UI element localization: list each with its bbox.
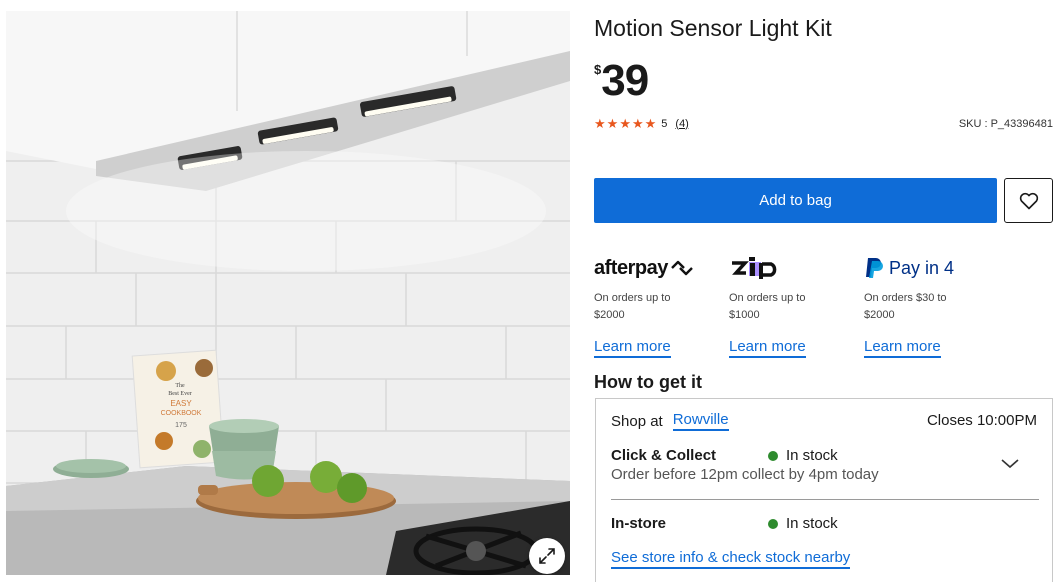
click-collect-note: Order before 12pm collect by 4pm today xyxy=(611,466,879,483)
in-store-status: In stock xyxy=(786,515,838,532)
click-collect-status: In stock xyxy=(786,447,838,464)
expand-icon xyxy=(539,548,555,564)
paypal-logo: Pay in 4 xyxy=(864,254,994,282)
store-closing-time: Closes 10:00PM xyxy=(926,412,1037,429)
in-store-stock: In stock xyxy=(768,515,838,532)
payment-options: afterpay On orders up to $2000 Learn mor… xyxy=(594,254,1054,359)
afterpay-desc-line1: On orders up to xyxy=(594,292,671,304)
chevron-down-icon xyxy=(1001,459,1019,469)
how-to-get-it-heading: How to get it xyxy=(594,372,702,392)
paypal-logo-text: Pay in 4 xyxy=(889,257,955,278)
click-collect-stock: In stock xyxy=(768,447,838,464)
store-info-link[interactable]: See store info & check stock nearby xyxy=(611,549,851,569)
add-to-bag-button[interactable]: Add to bag xyxy=(594,178,997,223)
book-title-line4: COOKBOOK xyxy=(161,410,202,417)
price-amount: 39 xyxy=(601,56,649,105)
expand-click-collect-button[interactable] xyxy=(998,454,1022,472)
rating[interactable]: ★ ★ ★ ★ ★ 5 (4) xyxy=(594,117,689,130)
price-currency: $ xyxy=(594,62,602,77)
heart-icon xyxy=(1019,192,1038,209)
in-stock-dot-icon xyxy=(768,518,778,529)
book-title-line2: Best Ever xyxy=(168,391,192,397)
star-icon: ★ xyxy=(619,116,631,131)
zip-desc-line2: $1000 xyxy=(729,309,760,321)
zip-option: zip On orders up to $1000 Learn more xyxy=(729,254,859,358)
kitchen-scene-illustration: The Best Ever EASY COOKBOOK 175 xyxy=(6,11,570,575)
zoom-button[interactable] xyxy=(529,538,565,574)
wishlist-button[interactable] xyxy=(1004,178,1053,223)
sku: SKU : P_43396481 xyxy=(958,118,1053,130)
product-title: Motion Sensor Light Kit xyxy=(594,15,832,41)
paypal-option: Pay in 4 On orders $30 to $2000 Learn mo… xyxy=(864,254,994,358)
in-stock-dot-icon xyxy=(768,450,778,461)
paypal-learn-more-link[interactable]: Learn more xyxy=(864,338,941,358)
paypal-desc-line1: On orders $30 to xyxy=(864,292,947,304)
shop-at-row: Shop at Rowville xyxy=(611,411,729,431)
in-store-label: In-store xyxy=(611,515,667,532)
review-count-link[interactable]: (4) xyxy=(675,118,688,130)
afterpay-arrows-icon xyxy=(670,260,693,276)
zip-desc-line1: On orders up to xyxy=(729,292,806,304)
zip-logo-mark xyxy=(732,257,777,279)
fulfilment-panel: Shop at Rowville Closes 10:00PM Click & … xyxy=(595,398,1053,582)
zip-logo: zip xyxy=(729,254,859,282)
book-number: 175 xyxy=(175,422,187,429)
afterpay-logo: afterpay xyxy=(594,254,724,282)
zip-learn-more-link[interactable]: Learn more xyxy=(729,338,806,358)
shop-at-label: Shop at xyxy=(611,412,663,430)
star-icon: ★ xyxy=(594,116,606,131)
star-icon: ★ xyxy=(606,116,619,131)
paypal-desc-line2: $2000 xyxy=(864,309,895,321)
price: $ 39 xyxy=(594,56,649,105)
store-name-link[interactable]: Rowville xyxy=(672,411,729,431)
star-icon: ★ xyxy=(631,116,644,131)
afterpay-desc-line2: $2000 xyxy=(594,309,625,321)
afterpay-option: afterpay On orders up to $2000 Learn mor… xyxy=(594,254,724,358)
click-collect-label: Click & Collect xyxy=(611,447,717,464)
paypal-icon xyxy=(866,258,883,278)
star-rating: ★ ★ ★ ★ ★ xyxy=(594,117,656,130)
afterpay-learn-more-link[interactable]: Learn more xyxy=(594,338,671,358)
book-title-line3: EASY xyxy=(170,399,192,408)
star-icon: ★ xyxy=(644,116,657,131)
divider xyxy=(611,499,1039,500)
rating-value: 5 xyxy=(661,117,668,130)
book-title-line1: The xyxy=(175,383,185,389)
product-image[interactable]: The Best Ever EASY COOKBOOK 175 xyxy=(6,11,570,575)
